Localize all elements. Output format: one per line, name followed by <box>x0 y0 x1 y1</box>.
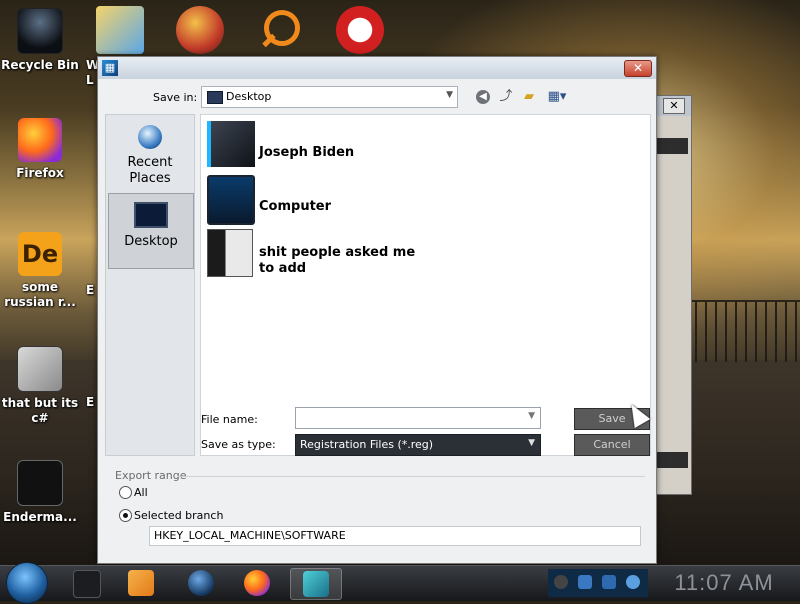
place-recent-places[interactable]: Recent Places <box>108 119 192 193</box>
globe-icon <box>188 570 214 596</box>
branch-path-value: HKEY_LOCAL_MACHINE\SOFTWARE <box>154 529 346 542</box>
desktop-icon-label: some russian r... <box>4 280 76 309</box>
background-window-close-button[interactable]: ✕ <box>663 98 685 114</box>
computer-icon <box>207 175 255 225</box>
radio-selected-branch-label: Selected branch <box>134 509 224 522</box>
device-icon[interactable] <box>578 575 592 589</box>
export-registry-dialog: ▦ ✕ Save in: Desktop ▼ ◀ ⤴ ▰ ▦▾ Recent P… <box>97 56 657 564</box>
file-name: shit people asked me to add <box>259 245 416 276</box>
display-icon[interactable] <box>602 575 616 589</box>
network-icon[interactable] <box>554 575 568 589</box>
dialog-titlebar: ▦ ✕ <box>98 57 656 79</box>
branch-path-input[interactable]: HKEY_LOCAL_MACHINE\SOFTWARE <box>149 526 641 546</box>
file-manager-icon <box>73 570 101 598</box>
dialog-close-button[interactable]: ✕ <box>624 60 652 77</box>
file-name-input[interactable]: ▼ <box>295 407 541 429</box>
new-folder-icon[interactable]: ▰ <box>520 88 538 106</box>
save-as-type-value: Registration Files (*.reg) <box>300 438 434 451</box>
desktop-folder-icon <box>207 91 223 104</box>
radio-all-label: All <box>134 486 148 499</box>
save-in-label: Save in: <box>153 91 198 104</box>
cancel-button[interactable]: Cancel <box>574 434 650 456</box>
folder-windows-icon[interactable] <box>96 6 144 54</box>
desktop-icon-firefox[interactable]: Firefox <box>0 118 80 181</box>
p-app-icon[interactable] <box>176 6 224 54</box>
recent-places-icon <box>138 125 162 149</box>
firefox-icon <box>244 570 270 596</box>
user-folder-icon <box>207 121 255 167</box>
taskbar-item-globe[interactable] <box>178 568 224 598</box>
back-icon[interactable]: ◀ <box>474 88 492 106</box>
media-player-icon <box>128 570 154 596</box>
taskbar-clock[interactable]: 11:07 AM <box>650 568 798 598</box>
desktop-icon-label: Recycle Bin <box>1 58 79 72</box>
red-dragon-app-icon[interactable] <box>336 6 384 54</box>
desktop-icon <box>134 202 168 228</box>
save-in-dropdown[interactable]: Desktop ▼ <box>201 86 458 108</box>
place-desktop[interactable]: Desktop <box>108 193 194 269</box>
file-name: Computer <box>259 199 332 214</box>
save-in-value: Desktop <box>226 90 272 103</box>
folder-icon <box>207 229 253 277</box>
view-menu-icon[interactable]: ▦▾ <box>544 88 570 106</box>
taskbar-item-media-player[interactable] <box>118 568 164 598</box>
radio-all[interactable] <box>119 486 132 499</box>
export-range-group: Export range All Selected branch HKEY_LO… <box>105 469 647 555</box>
ie-icon[interactable] <box>626 575 640 589</box>
de-app-icon: De <box>18 232 62 276</box>
chevron-down-icon: ▼ <box>528 438 535 448</box>
radio-selected-branch[interactable] <box>119 509 132 522</box>
chevron-down-icon: ▼ <box>528 411 535 421</box>
up-folder-icon[interactable]: ⤴ <box>497 88 515 106</box>
place-label: Recent Places <box>127 155 173 186</box>
background-window-bar <box>656 452 688 468</box>
system-tray <box>548 569 648 597</box>
file-name: Joseph Biden <box>259 145 355 160</box>
taskbar: 11:07 AM <box>0 562 800 604</box>
regedit-icon: ▦ <box>102 60 118 76</box>
desktop-icon-label: Firefox <box>16 166 64 180</box>
list-app-icon <box>17 460 63 506</box>
desktop-icon-label: that but its c# <box>1 396 79 425</box>
start-orb-icon[interactable] <box>6 562 48 604</box>
firefox-icon <box>18 118 62 162</box>
recycle-bin-icon <box>17 8 63 54</box>
places-bar: Recent Places Desktop <box>105 114 195 456</box>
save-as-type-label: Save as type: <box>201 438 276 451</box>
file-list[interactable]: Joseph Biden Computer shit people asked … <box>200 114 651 456</box>
chevron-down-icon: ▼ <box>446 90 453 100</box>
desktop-icon-label: Enderma... <box>3 510 77 524</box>
file-name-label: File name: <box>201 413 258 426</box>
taskbar-item-regedit[interactable] <box>290 568 342 600</box>
group-divider <box>177 476 645 477</box>
desktop-icon-russian-app[interactable]: De some russian r... <box>0 232 80 310</box>
taskbar-item-firefox[interactable] <box>234 568 280 598</box>
taskbar-item-file-manager[interactable] <box>64 568 110 598</box>
export-range-label: Export range <box>115 469 187 482</box>
save-as-type-dropdown[interactable]: Registration Files (*.reg) ▼ <box>295 434 541 456</box>
desktop-icon-enderman[interactable]: Enderma... <box>0 460 80 525</box>
stacked-windows-icon <box>17 346 63 392</box>
regedit-icon <box>303 571 329 597</box>
desktop-icon-csharp[interactable]: that but its c# <box>0 346 80 426</box>
magnifier-app-icon[interactable] <box>256 6 304 54</box>
background-window <box>655 95 692 495</box>
place-label: Desktop <box>124 234 178 249</box>
desktop-icon-recycle-bin[interactable]: Recycle Bin <box>0 8 80 73</box>
background-window-bar <box>656 138 688 154</box>
